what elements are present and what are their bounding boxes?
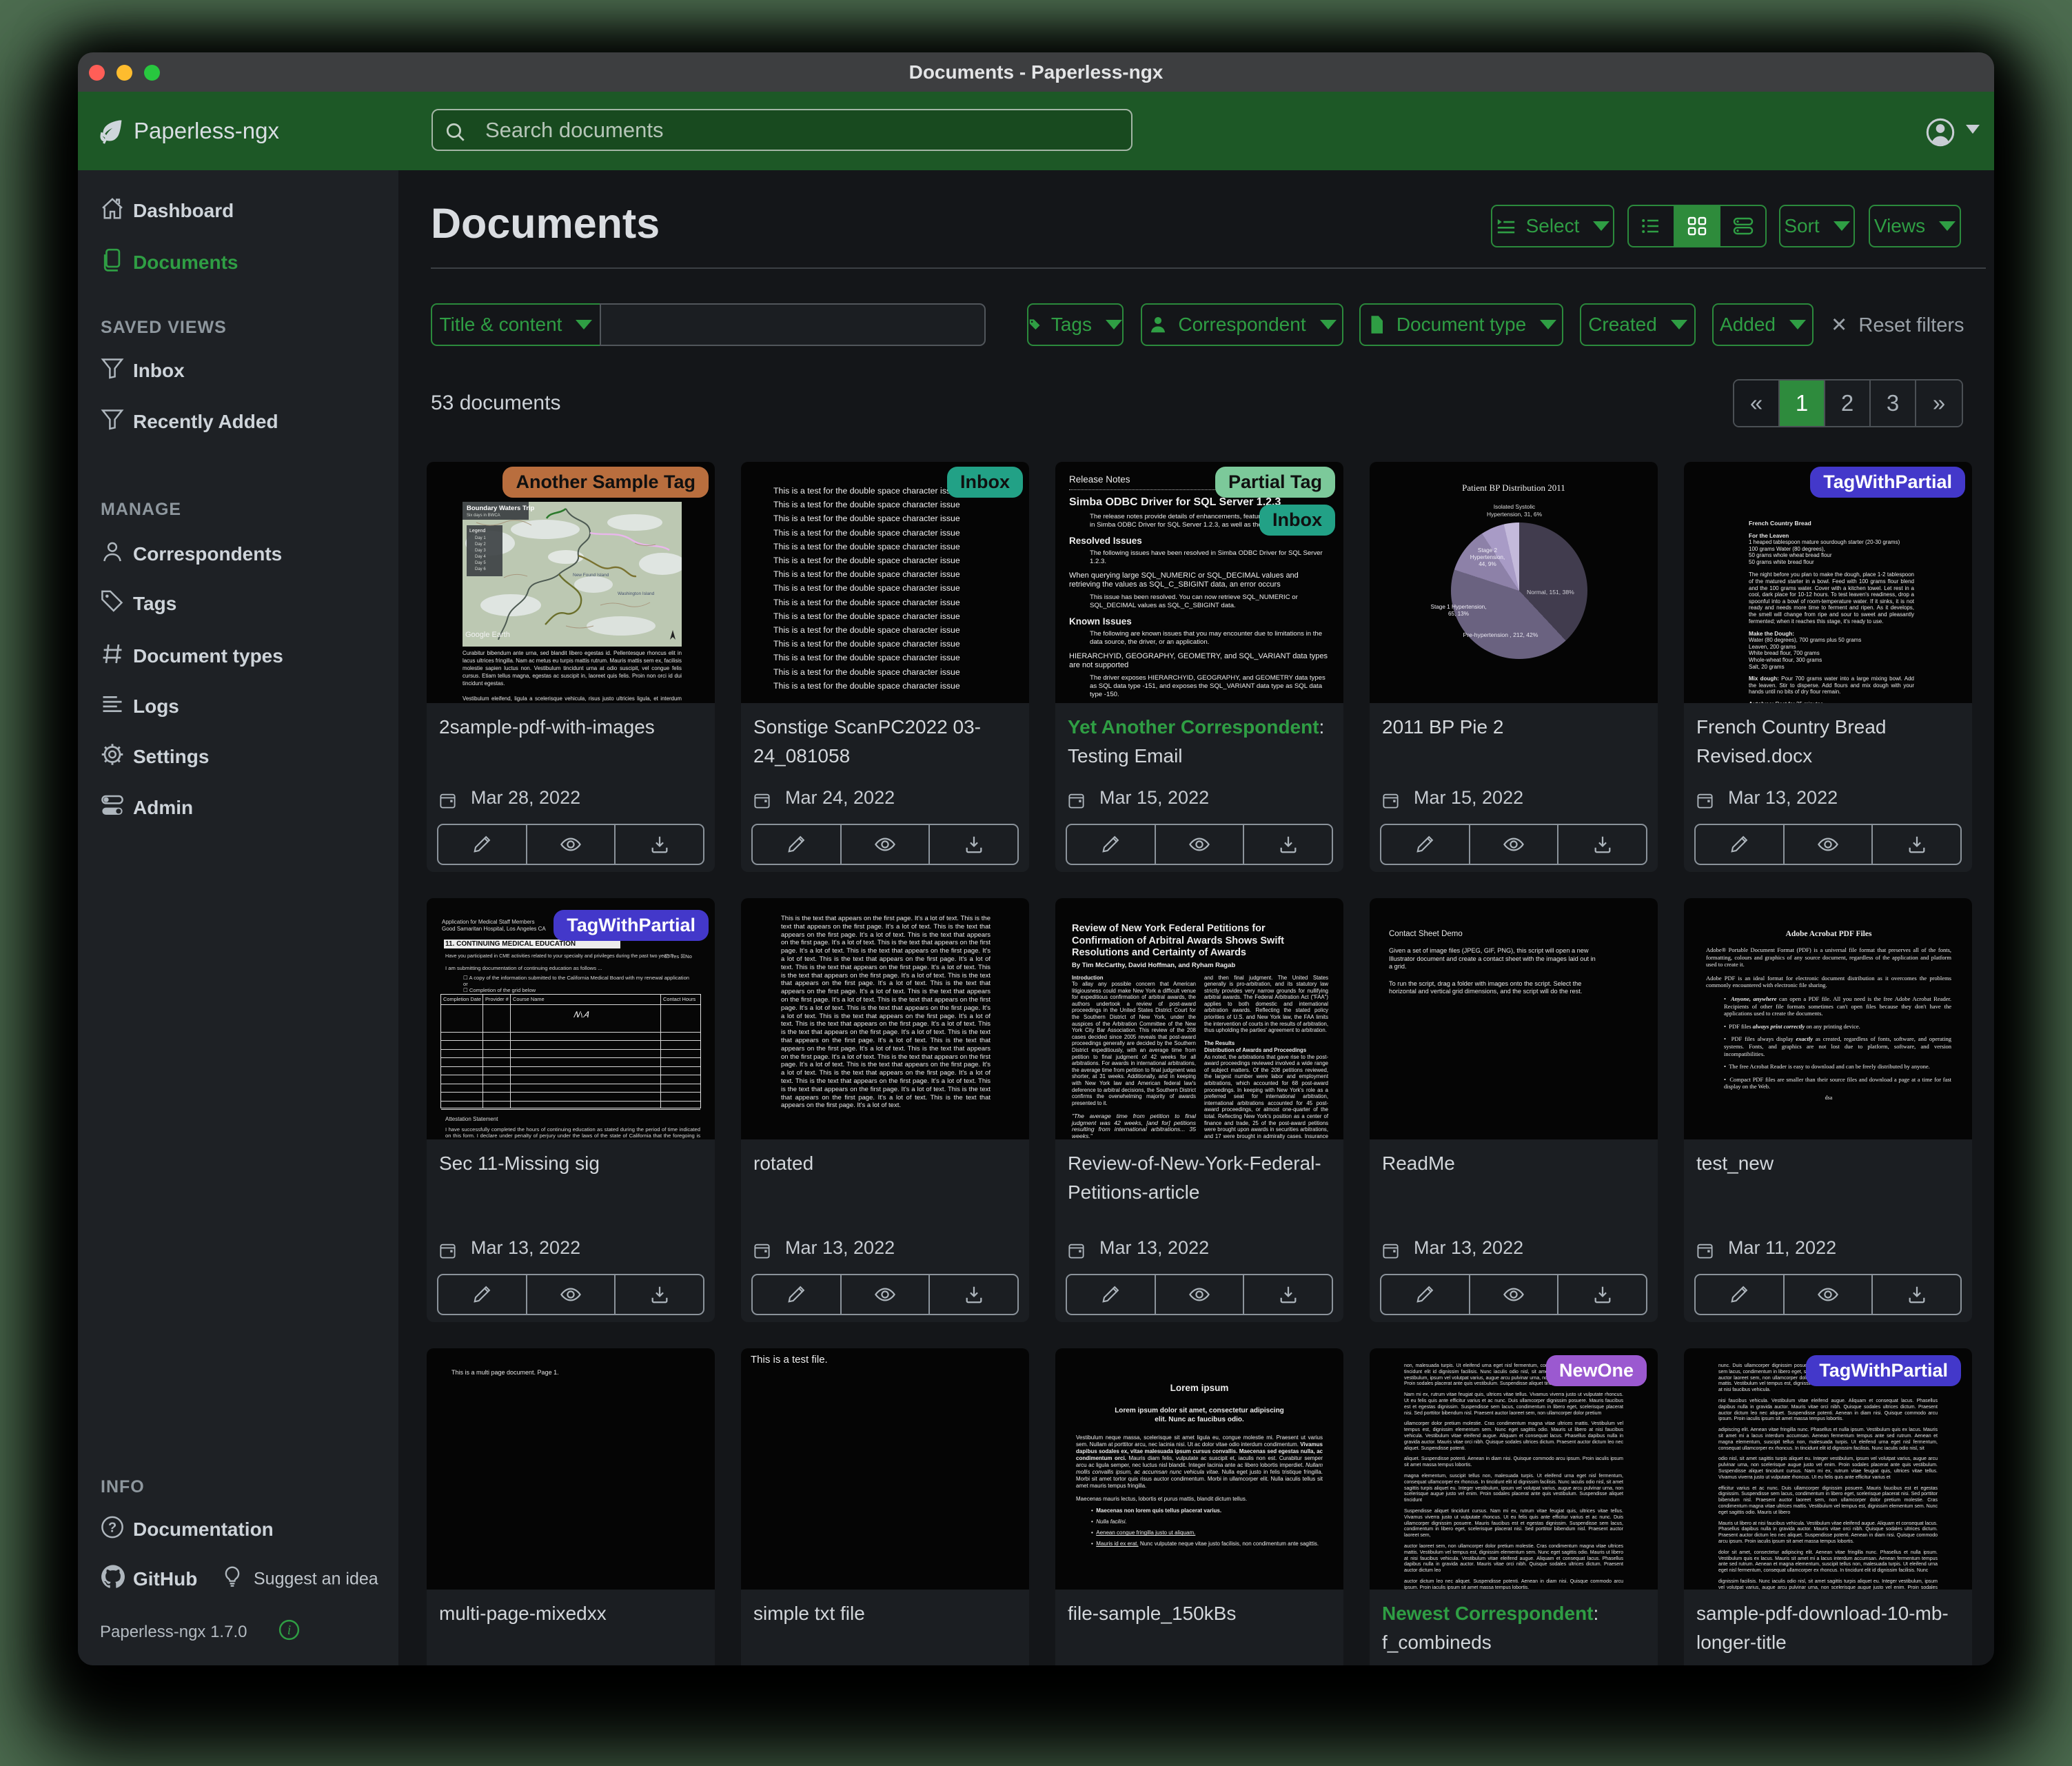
svg-text:Day 6: Day 6 — [475, 567, 486, 571]
svg-text:Day 1: Day 1 — [475, 536, 486, 540]
svg-text:Legend: Legend — [469, 529, 485, 534]
svg-text:New Found Island: New Found Island — [573, 573, 609, 578]
svg-text:Boundary Waters Trip: Boundary Waters Trip — [467, 505, 535, 512]
svg-text:Day 2: Day 2 — [475, 542, 486, 547]
svg-text:i: i — [287, 1623, 291, 1638]
svg-text:Day 3: Day 3 — [475, 549, 486, 553]
svg-text:Washington Island: Washington Island — [618, 591, 655, 596]
svg-text:?: ? — [108, 1520, 116, 1535]
svg-text:Google Earth: Google Earth — [465, 631, 510, 639]
svg-text:Six days in BWCA: Six days in BWCA — [467, 514, 500, 518]
svg-text:Day 4: Day 4 — [475, 555, 486, 559]
svg-text:Day 5: Day 5 — [475, 561, 486, 565]
